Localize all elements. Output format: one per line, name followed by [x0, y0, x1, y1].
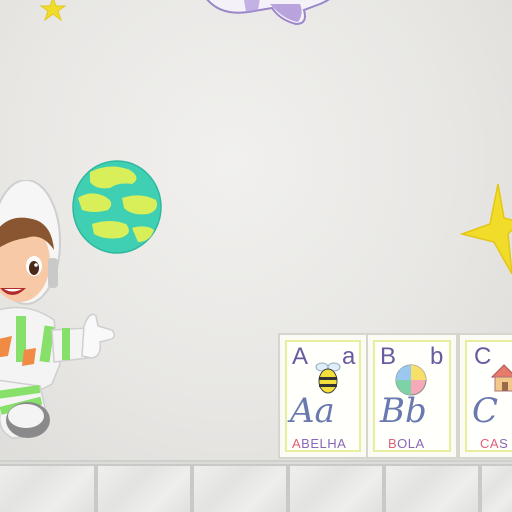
alphabet-card-a: A a Aa ABELHA [278, 333, 368, 459]
lowercase-letter: b [430, 343, 444, 370]
tile [192, 464, 288, 512]
word-first-letter: A [292, 436, 302, 451]
cursive-letters: Bb [380, 391, 427, 431]
card-word: ABELHA [292, 436, 346, 451]
small-star-decoration [39, 0, 67, 22]
card-word: CAS [480, 436, 508, 451]
cursive-letters: Aa [290, 391, 335, 431]
tile [0, 464, 96, 512]
word-first-letter: B [388, 436, 398, 451]
tile [96, 464, 192, 512]
tile [480, 464, 512, 512]
bee-icon [315, 362, 341, 394]
card-word: BOLA [388, 436, 425, 451]
cursive-letters: C [472, 391, 499, 431]
classroom-wall-scene: A a Aa ABELHA B b Bb BOLA C C CAS [0, 0, 512, 512]
astronaut-cutout [0, 180, 115, 439]
house-icon [490, 364, 512, 392]
word-first-letter: CA [480, 436, 500, 451]
tile [288, 464, 384, 512]
word-rest: OLA [397, 436, 425, 451]
rocket-cutout-decoration [206, 0, 330, 26]
word-rest: S [499, 436, 509, 451]
uppercase-letter: C [474, 343, 492, 370]
word-rest: BELHA [301, 436, 347, 451]
tile [384, 464, 480, 512]
alphabet-card-c: C C CAS [458, 333, 512, 459]
tile-border [0, 460, 512, 512]
alphabet-card-b: B b Bb BOLA [366, 333, 458, 459]
lowercase-letter: a [342, 343, 356, 370]
large-star-decoration [460, 183, 512, 275]
uppercase-letter: A [292, 343, 309, 370]
